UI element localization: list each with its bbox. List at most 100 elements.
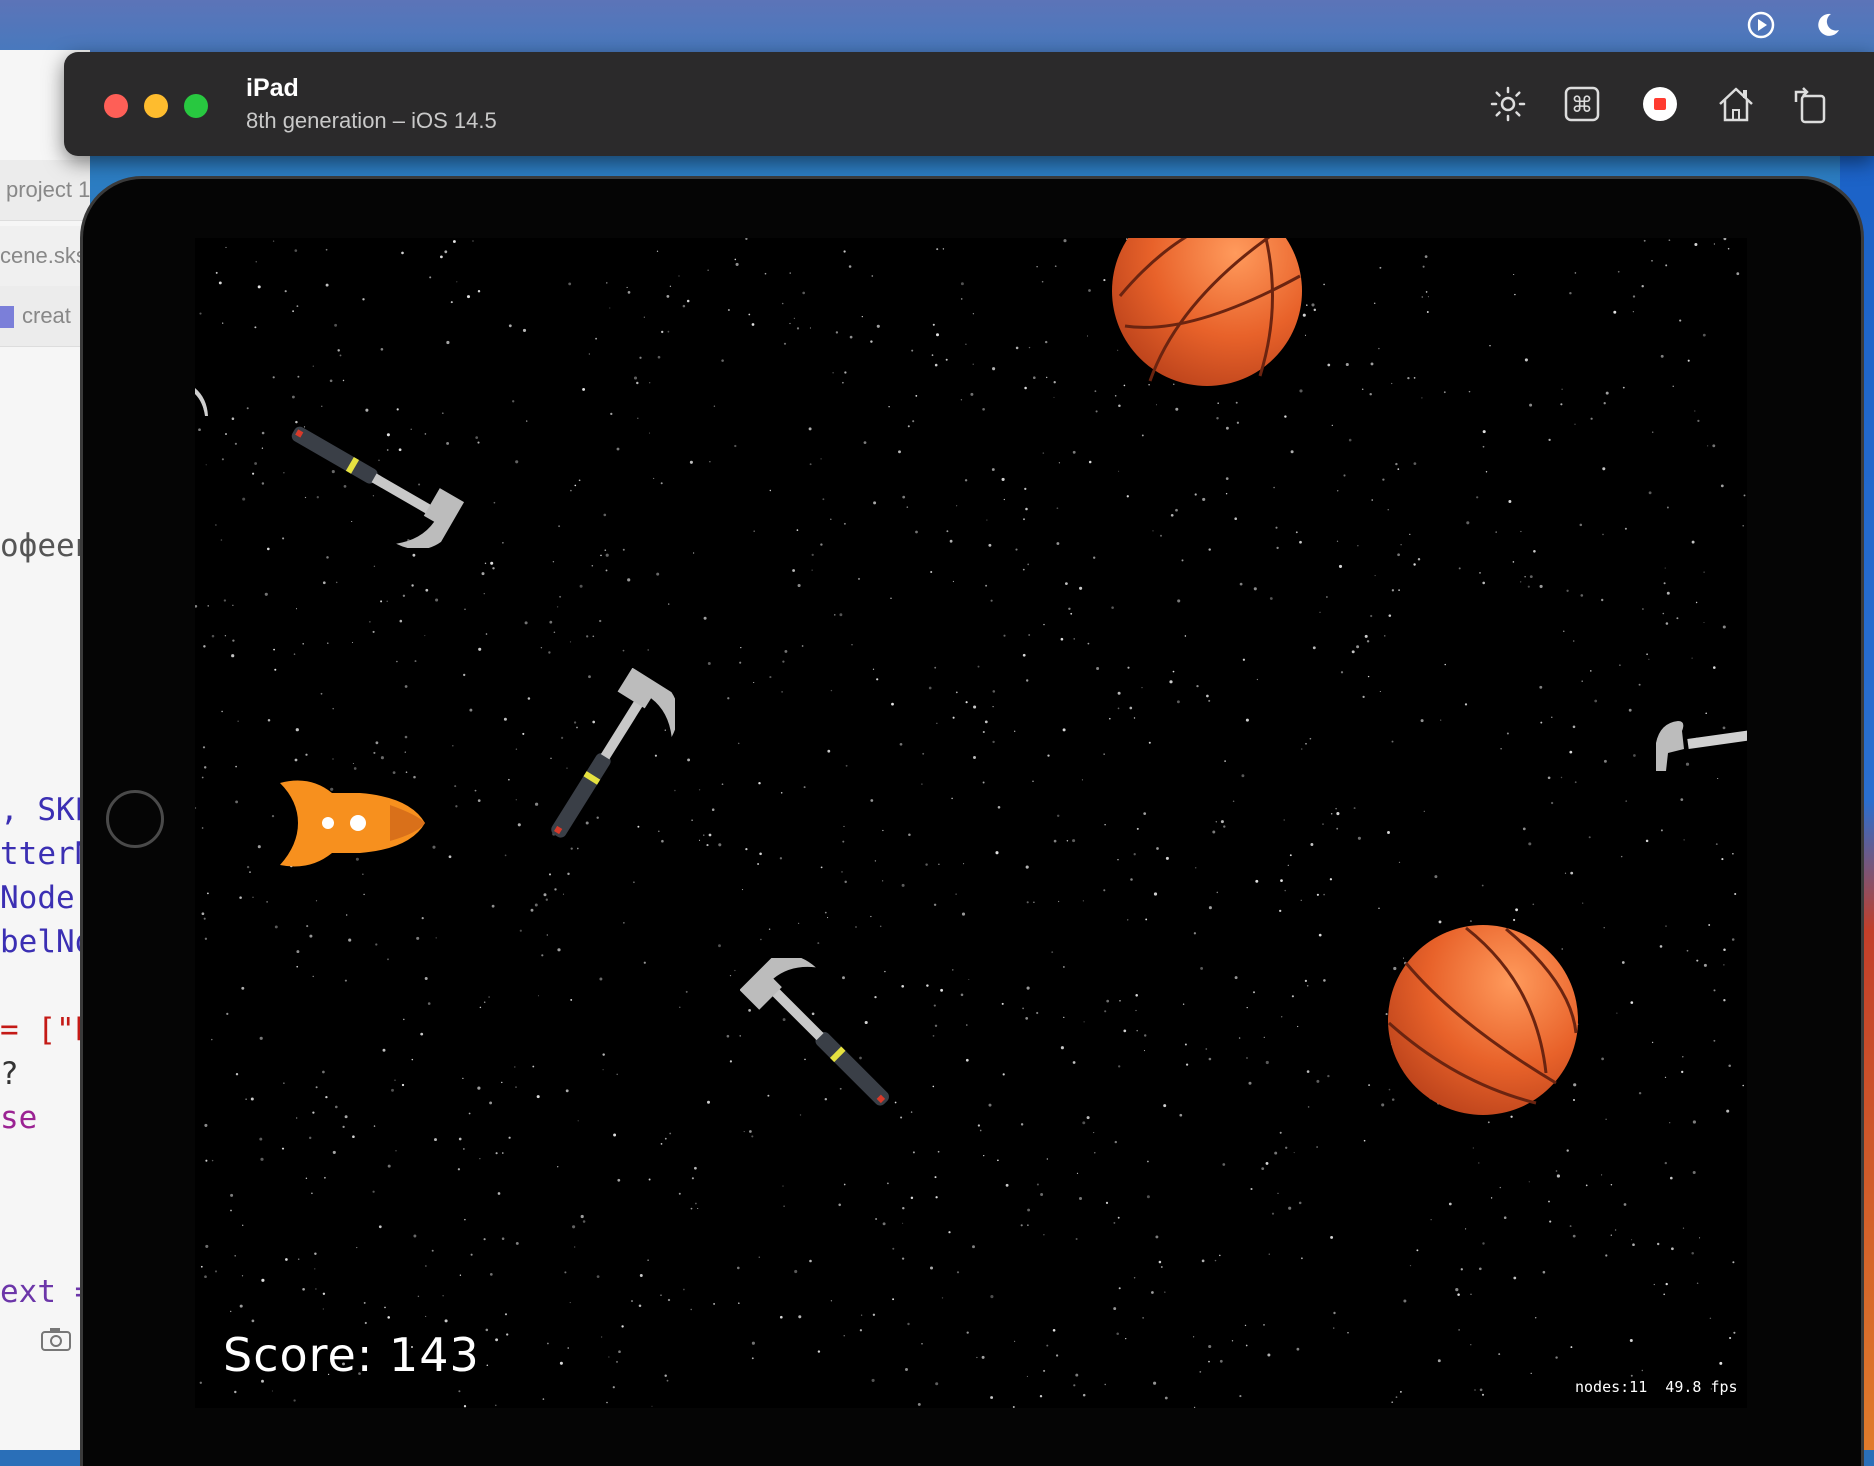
star: [727, 308, 730, 312]
star: [808, 427, 812, 431]
star: [450, 301, 453, 304]
xcode-tab-project[interactable]: project 1: [0, 160, 90, 221]
star: [559, 1361, 563, 1365]
command-icon[interactable]: ⌘: [1562, 84, 1602, 124]
star: [686, 299, 690, 303]
star: [1723, 948, 1726, 952]
star: [1560, 403, 1563, 406]
star: [567, 1347, 569, 1349]
star: [1629, 1339, 1633, 1342]
star: [1290, 450, 1294, 454]
star: [425, 1265, 427, 1267]
camera-icon[interactable]: [40, 1326, 72, 1357]
star: [801, 645, 804, 647]
star: [1169, 680, 1173, 684]
star: [1528, 842, 1532, 846]
brightness-icon[interactable]: [1488, 84, 1528, 124]
file-type-icon: [0, 306, 14, 329]
star: [1057, 900, 1060, 903]
star: [486, 1364, 489, 1366]
xcode-editor-background: project 1 cene.sks creat офеев , SKP tte…: [0, 50, 93, 1450]
star: [901, 883, 905, 887]
star: [452, 240, 456, 243]
star: [1381, 1103, 1385, 1107]
star: [1460, 1268, 1463, 1271]
star: [1363, 1139, 1366, 1142]
star: [1236, 421, 1240, 424]
star: [955, 893, 957, 895]
star: [225, 433, 227, 435]
star: [234, 1255, 236, 1257]
star: [1713, 1039, 1716, 1042]
star: [266, 547, 270, 551]
xcode-tab-scene[interactable]: cene.sks: [0, 226, 90, 287]
star: [1722, 625, 1726, 629]
zoom-button[interactable]: [184, 94, 208, 118]
star: [394, 1079, 396, 1081]
simulator-title-bar: iPad 8th generation – iOS 14.5 ⌘: [64, 52, 1874, 156]
star: [1524, 358, 1528, 362]
star: [1503, 1216, 1507, 1219]
star: [985, 584, 988, 587]
star: [876, 678, 879, 681]
close-button[interactable]: [104, 94, 128, 118]
star: [703, 834, 705, 836]
game-screen[interactable]: Score: 143 nodes:11 49.8 fps: [195, 238, 1747, 1408]
star: [660, 1294, 662, 1296]
star: [1482, 445, 1485, 448]
star: [365, 408, 369, 412]
star: [871, 275, 874, 277]
star: [1572, 640, 1575, 642]
star: [1070, 612, 1073, 615]
star: [234, 442, 237, 445]
star: [669, 1132, 672, 1135]
star: [1458, 567, 1461, 570]
star: [1108, 717, 1111, 720]
minimize-button[interactable]: [144, 94, 168, 118]
star: [260, 1157, 264, 1161]
star: [515, 1086, 517, 1088]
home-button[interactable]: [106, 790, 164, 848]
star: [1580, 594, 1584, 597]
star: [1177, 599, 1181, 603]
star: [1082, 1393, 1086, 1397]
star: [934, 666, 937, 669]
star: [1482, 581, 1486, 585]
star: [325, 1095, 328, 1099]
rotate-icon[interactable]: [1790, 84, 1830, 124]
star: [613, 1133, 617, 1137]
star: [1464, 703, 1468, 706]
xcode-tab-create[interactable]: creat: [0, 286, 90, 347]
star: [648, 432, 651, 434]
star: [1731, 938, 1735, 941]
star: [282, 537, 285, 540]
star: [1395, 462, 1398, 466]
star: [1500, 748, 1502, 750]
moon-icon[interactable]: [1812, 10, 1842, 40]
star: [1437, 1359, 1441, 1363]
star: [1343, 474, 1346, 477]
star: [1440, 719, 1442, 721]
record-icon[interactable]: [1640, 84, 1680, 124]
star: [503, 717, 507, 721]
star: [483, 1001, 486, 1003]
star: [779, 1315, 783, 1319]
star: [1022, 568, 1025, 571]
star: [380, 756, 384, 760]
star: [325, 283, 329, 287]
star: [621, 1325, 624, 1328]
star: [1574, 781, 1577, 784]
play-circle-icon[interactable]: [1746, 10, 1776, 40]
star: [218, 281, 222, 285]
star: [912, 1151, 915, 1154]
star: [857, 577, 861, 580]
star: [960, 399, 963, 401]
star: [1476, 496, 1479, 499]
star: [1563, 630, 1565, 632]
star: [1271, 1212, 1275, 1215]
star: [1522, 827, 1526, 831]
star: [1216, 891, 1219, 894]
star: [911, 349, 914, 352]
home-icon[interactable]: [1716, 84, 1756, 124]
star: [960, 298, 963, 300]
